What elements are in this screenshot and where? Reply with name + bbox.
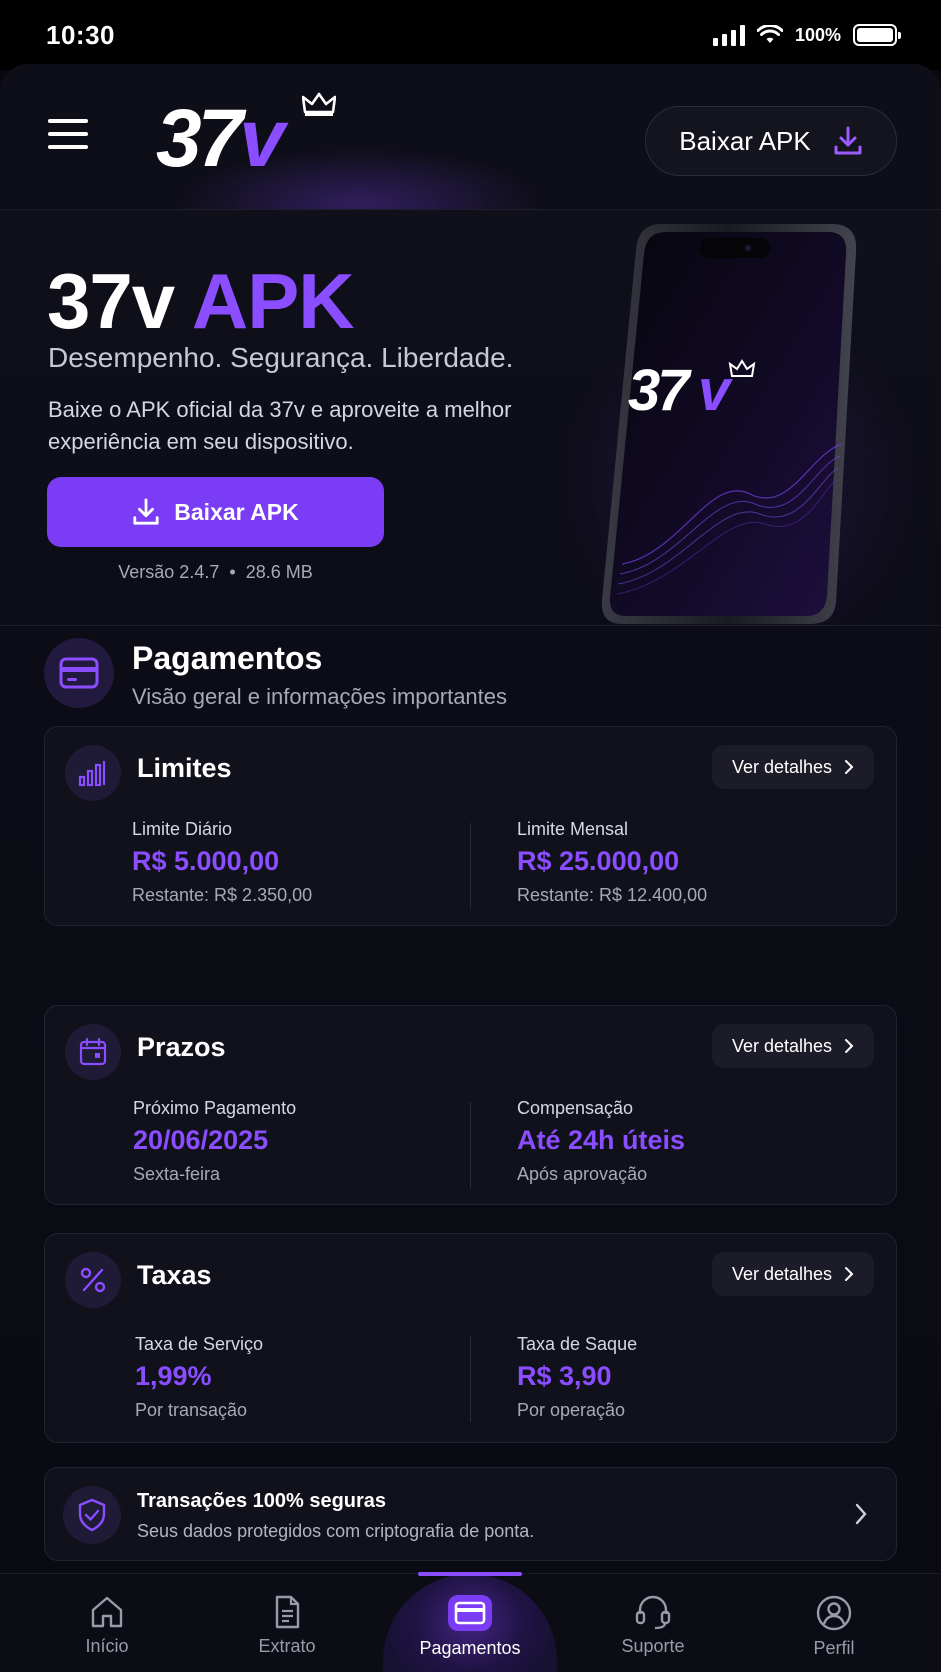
fees-card: Taxas Ver detalhes Taxa de Serviço 1,99%… [44, 1233, 897, 1443]
next-payment-label: Próximo Pagamento [133, 1098, 297, 1118]
daily-limit-label: Limite Diário [132, 819, 233, 839]
fees-title: Taxas [137, 1260, 212, 1290]
hero-download-apk-button[interactable]: Baixar APK [47, 477, 384, 547]
phone-mockup-image: 37 v [600, 224, 858, 624]
withdrawal-fee-label: Taxa de Saque [517, 1334, 638, 1354]
compensation-note: Após aprovação [517, 1164, 648, 1184]
nav-label-perfil: Perfil [813, 1638, 855, 1658]
monthly-limit-label: Limite Mensal [517, 819, 629, 839]
signal-icon [712, 24, 745, 46]
hero-subtitle: Desempenho. Segurança. Liberdade. [48, 342, 514, 373]
nav-item-suporte[interactable]: Suporte [583, 1574, 723, 1672]
calendar-icon [65, 1024, 121, 1080]
deadlines-title: Prazos [137, 1032, 226, 1062]
wifi-icon [756, 25, 783, 43]
chevron-right-icon [845, 760, 854, 774]
details-label: Ver detalhes [731, 756, 833, 777]
headset-icon [635, 1595, 671, 1630]
fees-details-button[interactable]: Ver detalhes [712, 1252, 874, 1296]
nav-label-suporte: Suporte [621, 1636, 685, 1656]
divider [470, 823, 471, 909]
next-payment-weekday: Sexta-feira [133, 1164, 221, 1184]
daily-limit-value: R$ 5.000,00 [132, 846, 280, 876]
svg-text:37: 37 [628, 358, 692, 423]
document-icon [275, 1595, 300, 1629]
card-icon [448, 1595, 492, 1631]
status-icons: 100% [712, 24, 901, 46]
percent-icon [65, 1252, 121, 1308]
shield-check-icon [63, 1486, 121, 1544]
battery-icon [853, 24, 901, 46]
menu-button[interactable] [48, 119, 88, 149]
hero-description: Baixe o APK oficial da 37v e aproveite a… [48, 397, 512, 454]
divider [470, 1102, 471, 1188]
chevron-right-icon [855, 1503, 867, 1525]
compensation-label: Compensação [517, 1098, 634, 1118]
bottom-navigation: Início Extrato Pagamentos Suporte Perfil [0, 1572, 941, 1672]
service-fee-note: Por transação [135, 1400, 248, 1420]
download-icon [133, 498, 159, 525]
compensation: Compensação Até 24h úteis Após aprovação [517, 1098, 685, 1185]
monthly-limit: Limite Mensal R$ 25.000,00 Restante: R$ … [517, 819, 707, 906]
details-label: Ver detalhes [731, 1035, 833, 1056]
chevron-right-icon [845, 1039, 854, 1053]
nav-item-pagamentos[interactable]: Pagamentos [400, 1574, 540, 1672]
service-fee-label: Taxa de Serviço [135, 1334, 264, 1354]
header-download-apk-button[interactable]: Baixar APK [645, 106, 897, 176]
app-container: 37v Baixar APK 37v APK Desempenho. Segur… [0, 64, 941, 1672]
deadlines-card: Prazos Ver detalhes Próximo Pagamento 20… [44, 1005, 897, 1205]
chevron-right-icon [845, 1267, 854, 1281]
home-icon [91, 1596, 123, 1628]
bar-chart-icon [65, 745, 121, 801]
limits-details-button[interactable]: Ver detalhes [712, 745, 874, 789]
payments-section-header: Pagamentos Visão geral e informações imp… [44, 638, 904, 718]
secure-subtitle: Seus dados protegidos com criptografia d… [137, 1521, 535, 1541]
service-fee: Taxa de Serviço 1,99% Por transação [135, 1334, 263, 1421]
nav-label-pagamentos: Pagamentos [419, 1638, 521, 1658]
battery-text: 100% [794, 24, 841, 45]
nav-item-extrato[interactable]: Extrato [217, 1574, 357, 1672]
hero-download-label: Baixar APK [174, 498, 299, 525]
user-icon [816, 1595, 852, 1631]
svg-text:v: v [698, 358, 733, 423]
withdrawal-fee-note: Por operação [517, 1400, 626, 1420]
secure-title: Transações 100% seguras [137, 1490, 387, 1512]
next-payment-date: 20/06/2025 [133, 1125, 269, 1155]
withdrawal-fee: Taxa de Saque R$ 3,90 Por operação [517, 1334, 637, 1421]
crown-icon [302, 92, 336, 116]
status-bar: 10:30 100% [0, 0, 941, 70]
deadlines-details-button[interactable]: Ver detalhes [712, 1024, 874, 1068]
divider [470, 1336, 471, 1422]
nav-item-inicio[interactable]: Início [37, 1574, 177, 1672]
service-fee-value: 1,99% [135, 1361, 212, 1391]
hero-section: 37v APK Desempenho. Segurança. Liberdade… [0, 210, 941, 626]
credit-card-icon [44, 638, 114, 708]
hero-title: 37v APK [47, 257, 355, 345]
payments-subtitle: Visão geral e informações importantes [132, 684, 508, 709]
monthly-limit-value: R$ 25.000,00 [517, 846, 680, 876]
logo[interactable]: 37v [156, 92, 346, 192]
status-time: 10:30 [46, 19, 115, 50]
payments-title: Pagamentos [132, 640, 323, 676]
limits-card: Limites Ver detalhes Limite Diário R$ 5.… [44, 726, 897, 926]
withdrawal-fee-value: R$ 3,90 [517, 1361, 612, 1391]
limits-title: Limites [137, 753, 232, 783]
daily-limit-remaining: Restante: R$ 2.350,00 [132, 885, 313, 905]
download-icon [834, 126, 862, 155]
details-label: Ver detalhes [731, 1263, 833, 1284]
app-version-info: Versão 2.4.7 • 28.6 MB [118, 562, 313, 582]
nav-label-extrato: Extrato [258, 1636, 316, 1656]
nav-item-perfil[interactable]: Perfil [764, 1574, 904, 1672]
secure-transactions-banner[interactable]: Transações 100% seguras Seus dados prote… [44, 1467, 897, 1561]
header-download-label: Baixar APK [679, 125, 811, 156]
daily-limit: Limite Diário R$ 5.000,00 Restante: R$ 2… [132, 819, 312, 906]
app-header: 37v Baixar APK [0, 64, 941, 210]
monthly-limit-remaining: Restante: R$ 12.400,00 [517, 885, 708, 905]
nav-label-inicio: Início [85, 1636, 129, 1656]
next-payment: Próximo Pagamento 20/06/2025 Sexta-feira [133, 1098, 296, 1185]
compensation-value: Até 24h úteis [517, 1125, 686, 1155]
